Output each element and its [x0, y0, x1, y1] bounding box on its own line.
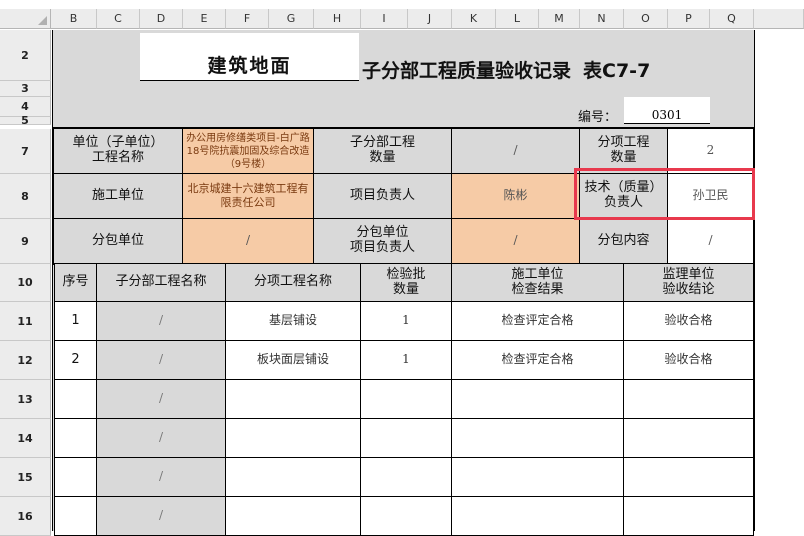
- table-cell-seq[interactable]: [54, 458, 97, 497]
- table-cell-supervise-result[interactable]: 验收合格: [624, 341, 754, 380]
- table-cell-seq[interactable]: 1: [54, 302, 97, 341]
- row-header[interactable]: 13: [0, 380, 51, 419]
- table-header-seq: 序号: [54, 264, 97, 302]
- column-header[interactable]: D: [140, 9, 183, 29]
- row-header[interactable]: 11: [0, 302, 51, 341]
- row-header[interactable]: 12: [0, 341, 51, 380]
- table-cell-supervise-result[interactable]: [624, 419, 754, 458]
- column-header[interactable]: C: [97, 9, 140, 29]
- table-cell-item[interactable]: [226, 419, 361, 458]
- project-name-field[interactable]: 建筑地面: [140, 33, 359, 81]
- column-header[interactable]: N: [580, 9, 624, 29]
- row-header[interactable]: 8: [0, 174, 51, 219]
- unit-value[interactable]: 办公用房修缮类项目-白广路18号院抗震加固及综合改造（9号楼）: [183, 129, 314, 174]
- column-header[interactable]: Q: [710, 9, 754, 29]
- table-header-construct-result: 施工单位 检查结果: [452, 264, 624, 302]
- table-cell-supervise-result[interactable]: [624, 380, 754, 419]
- column-header[interactable]: O: [624, 9, 668, 29]
- subcontract-content-value[interactable]: /: [668, 219, 754, 264]
- pm-value[interactable]: 陈彬: [452, 174, 580, 219]
- row-header[interactable]: 14: [0, 419, 51, 458]
- table-cell-seq[interactable]: [54, 419, 97, 458]
- table-cell-item[interactable]: 板块面层铺设: [226, 341, 361, 380]
- column-header[interactable]: K: [452, 9, 496, 29]
- subcontract-content-label: 分包内容: [580, 219, 668, 264]
- unit-label: 单位（子单位） 工程名称: [54, 129, 183, 174]
- table-cell-item[interactable]: 基层铺设: [226, 302, 361, 341]
- serial-label: 编号：: [578, 109, 618, 125]
- construct-unit-value[interactable]: 北京城建十六建筑工程有限责任公司: [183, 174, 314, 219]
- row-header[interactable]: 2: [0, 30, 51, 81]
- row-header[interactable]: 16: [0, 497, 51, 536]
- column-header[interactable]: M: [539, 9, 580, 29]
- row-header[interactable]: 5: [0, 114, 51, 127]
- table-cell-construct-result[interactable]: 检查评定合格: [452, 341, 624, 380]
- table-header-item: 分项工程名称: [226, 264, 361, 302]
- row-header[interactable]: 10: [0, 264, 51, 302]
- table-cell-subpart[interactable]: /: [97, 302, 226, 341]
- column-header[interactable]: J: [408, 9, 452, 29]
- select-all-corner[interactable]: [0, 9, 51, 29]
- row-header[interactable]: 15: [0, 458, 51, 497]
- subcontract-pm-label: 分包单位 项目负责人: [314, 219, 452, 264]
- table-cell-seq[interactable]: [54, 380, 97, 419]
- highlight-box: [574, 168, 755, 220]
- table-cell-subpart[interactable]: /: [97, 380, 226, 419]
- column-header[interactable]: I: [361, 9, 408, 29]
- table-cell-subpart[interactable]: /: [97, 458, 226, 497]
- title-main: 子分部工程质量验收记录: [362, 59, 572, 82]
- column-header[interactable]: P: [668, 9, 710, 29]
- table-cell-construct-result[interactable]: [452, 458, 624, 497]
- column-header[interactable]: H: [314, 9, 361, 29]
- column-header[interactable]: F: [226, 9, 269, 29]
- table-cell-supervise-result[interactable]: [624, 497, 754, 536]
- column-header[interactable]: L: [496, 9, 539, 29]
- table-cell-subpart[interactable]: /: [97, 419, 226, 458]
- row-header[interactable]: 9: [0, 219, 51, 264]
- table-number: 表C7-7: [583, 59, 651, 82]
- table-cell-construct-result[interactable]: 检查评定合格: [452, 302, 624, 341]
- construct-unit-label: 施工单位: [54, 174, 183, 219]
- table-cell-seq[interactable]: 2: [54, 341, 97, 380]
- right-gutter: [754, 30, 804, 531]
- table-cell-subpart[interactable]: /: [97, 497, 226, 536]
- table-cell-item[interactable]: [226, 497, 361, 536]
- table-cell-item[interactable]: [226, 380, 361, 419]
- table-cell-batch[interactable]: 1: [361, 302, 452, 341]
- sub-count-label: 子分部工程 数量: [314, 129, 452, 174]
- table-cell-batch[interactable]: [361, 458, 452, 497]
- table-cell-construct-result[interactable]: [452, 497, 624, 536]
- page-title: 子分部工程质量验收记录 表C7-7: [362, 55, 722, 83]
- table-cell-seq[interactable]: [54, 497, 97, 536]
- table-cell-supervise-result[interactable]: [624, 458, 754, 497]
- row-header[interactable]: 3: [0, 81, 51, 97]
- table-header-batch: 检验批 数量: [361, 264, 452, 302]
- table-cell-batch[interactable]: [361, 380, 452, 419]
- table-cell-construct-result[interactable]: [452, 380, 624, 419]
- subcontract-label: 分包单位: [54, 219, 183, 264]
- subcontract-value[interactable]: /: [183, 219, 314, 264]
- table-header-supervise-result: 监理单位 验收结论: [624, 264, 754, 302]
- table-cell-subpart[interactable]: /: [97, 341, 226, 380]
- serial-value[interactable]: 0301: [624, 97, 710, 124]
- table-cell-batch[interactable]: 1: [361, 341, 452, 380]
- row-header[interactable]: 7: [0, 129, 51, 174]
- table-cell-construct-result[interactable]: [452, 419, 624, 458]
- column-header[interactable]: E: [183, 9, 226, 29]
- table-cell-batch[interactable]: [361, 497, 452, 536]
- table-cell-supervise-result[interactable]: 验收合格: [624, 302, 754, 341]
- subcontract-pm-value[interactable]: /: [452, 219, 580, 264]
- sub-count-value[interactable]: /: [452, 129, 580, 174]
- table-header-subpart: 子分部工程名称: [97, 264, 226, 302]
- column-header-blank: [754, 9, 804, 29]
- column-header[interactable]: B: [51, 9, 97, 29]
- pm-label: 项目负责人: [314, 174, 452, 219]
- table-cell-batch[interactable]: [361, 419, 452, 458]
- project-name: 建筑地面: [207, 55, 292, 77]
- table-cell-item[interactable]: [226, 458, 361, 497]
- column-header[interactable]: G: [269, 9, 314, 29]
